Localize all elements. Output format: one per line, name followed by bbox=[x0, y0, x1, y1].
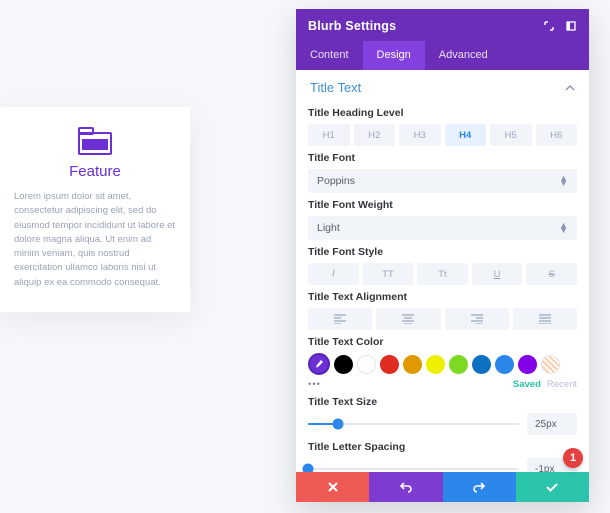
title-font-label: Title Font bbox=[308, 152, 577, 164]
tab-content[interactable]: Content bbox=[296, 41, 363, 70]
align-right-icon bbox=[471, 314, 483, 324]
font-style-label: Title Font Style bbox=[308, 246, 577, 258]
slider-thumb[interactable] bbox=[332, 419, 343, 430]
text-size-slider[interactable] bbox=[308, 417, 519, 431]
letter-spacing-slider-row: -1px bbox=[308, 458, 577, 472]
style-underline[interactable]: U bbox=[472, 263, 523, 285]
titlecase-icon: Tt bbox=[438, 269, 446, 280]
heading-level-group: H1 H2 H3 H4 H5 H6 bbox=[308, 124, 577, 146]
notification-badge[interactable]: 1 bbox=[563, 448, 583, 468]
color-swatch-row bbox=[308, 353, 577, 375]
color-picker-button[interactable] bbox=[308, 353, 330, 375]
saved-recent-toggle[interactable]: Saved Recent bbox=[513, 379, 577, 390]
heading-h2[interactable]: H2 bbox=[354, 124, 396, 146]
swatch-orange[interactable] bbox=[403, 355, 422, 374]
heading-h1[interactable]: H1 bbox=[308, 124, 350, 146]
saved-label: Saved bbox=[513, 379, 541, 390]
swatch-blue[interactable] bbox=[472, 355, 491, 374]
letter-spacing-slider[interactable] bbox=[308, 462, 519, 472]
swatch-black[interactable] bbox=[334, 355, 353, 374]
redo-button[interactable] bbox=[443, 472, 516, 502]
tab-advanced[interactable]: Advanced bbox=[425, 41, 502, 70]
slider-thumb[interactable] bbox=[303, 464, 314, 473]
swatch-green[interactable] bbox=[449, 355, 468, 374]
font-weight-value: Light bbox=[317, 222, 340, 234]
style-uppercase[interactable]: TT bbox=[363, 263, 414, 285]
font-weight-select[interactable]: Light ▲▼ bbox=[308, 216, 577, 240]
swatch-transparent[interactable] bbox=[541, 355, 560, 374]
title-font-value: Poppins bbox=[317, 175, 355, 187]
text-color-label: Title Text Color bbox=[308, 336, 577, 348]
heading-level-label: Title Heading Level bbox=[308, 107, 577, 119]
swatch-purple[interactable] bbox=[518, 355, 537, 374]
swatch-white[interactable] bbox=[357, 355, 376, 374]
alignment-label: Title Text Alignment bbox=[308, 291, 577, 303]
preview-card: Feature Lorem ipsum dolor sit amet, cons… bbox=[0, 107, 190, 312]
align-right[interactable] bbox=[445, 308, 509, 330]
cancel-button[interactable] bbox=[296, 472, 369, 502]
section-title-text: Title Text bbox=[310, 80, 361, 95]
heading-h3[interactable]: H3 bbox=[399, 124, 441, 146]
align-left[interactable] bbox=[308, 308, 372, 330]
panel-body: Title Text Title Heading Level H1 H2 H3 … bbox=[296, 70, 589, 472]
save-button[interactable] bbox=[516, 472, 589, 502]
snap-icon[interactable] bbox=[565, 20, 577, 32]
heading-h6[interactable]: H6 bbox=[536, 124, 578, 146]
blurb-settings-panel: Blurb Settings Content Design Advanced T… bbox=[296, 9, 589, 502]
align-justify-icon bbox=[539, 314, 551, 324]
select-arrows-icon: ▲▼ bbox=[559, 176, 568, 186]
font-weight-label: Title Font Weight bbox=[308, 199, 577, 211]
eyedropper-icon bbox=[314, 359, 324, 369]
chevron-up-icon[interactable] bbox=[565, 85, 575, 91]
align-center-icon bbox=[402, 314, 414, 324]
uppercase-icon: TT bbox=[382, 269, 394, 280]
panel-footer bbox=[296, 472, 589, 502]
undo-button[interactable] bbox=[369, 472, 442, 502]
more-colors-icon[interactable]: ••• bbox=[308, 379, 321, 390]
expand-icon[interactable] bbox=[543, 20, 555, 32]
panel-title: Blurb Settings bbox=[308, 19, 396, 33]
preview-title: Feature bbox=[14, 163, 176, 180]
select-arrows-icon: ▲▼ bbox=[559, 223, 568, 233]
text-size-slider-row: 25px bbox=[308, 413, 577, 435]
check-icon bbox=[545, 481, 559, 493]
swatch-lightblue[interactable] bbox=[495, 355, 514, 374]
text-size-value[interactable]: 25px bbox=[527, 413, 577, 435]
tab-design[interactable]: Design bbox=[363, 41, 425, 70]
panel-tabs: Content Design Advanced bbox=[296, 41, 589, 70]
align-justify[interactable] bbox=[513, 308, 577, 330]
heading-h4[interactable]: H4 bbox=[445, 124, 487, 146]
recent-label: Recent bbox=[547, 379, 577, 390]
swatch-yellow[interactable] bbox=[426, 355, 445, 374]
strikethrough-icon: S bbox=[549, 269, 555, 280]
style-italic[interactable]: I bbox=[308, 263, 359, 285]
style-strikethrough[interactable]: S bbox=[526, 263, 577, 285]
redo-icon bbox=[472, 481, 486, 493]
close-icon bbox=[327, 481, 339, 493]
swatch-red[interactable] bbox=[380, 355, 399, 374]
panel-header: Blurb Settings Content Design Advanced bbox=[296, 9, 589, 70]
letter-spacing-label: Title Letter Spacing bbox=[308, 441, 577, 453]
underline-icon: U bbox=[494, 269, 501, 280]
heading-h5[interactable]: H5 bbox=[490, 124, 532, 146]
align-center[interactable] bbox=[376, 308, 440, 330]
preview-body-text: Lorem ipsum dolor sit amet, consectetur … bbox=[14, 190, 176, 290]
font-style-group: I TT Tt U S bbox=[308, 263, 577, 285]
align-left-icon bbox=[334, 314, 346, 324]
style-titlecase[interactable]: Tt bbox=[417, 263, 468, 285]
folder-icon bbox=[14, 127, 176, 155]
alignment-group bbox=[308, 308, 577, 330]
text-size-label: Title Text Size bbox=[308, 396, 577, 408]
italic-icon: I bbox=[332, 269, 335, 279]
title-font-select[interactable]: Poppins ▲▼ bbox=[308, 169, 577, 193]
undo-icon bbox=[399, 481, 413, 493]
